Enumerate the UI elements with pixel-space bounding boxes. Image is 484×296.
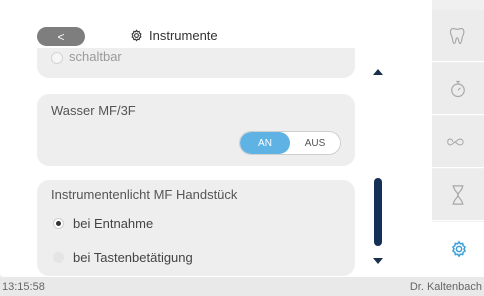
radio-option-partial[interactable]: schaltbar [51, 49, 122, 64]
radio-option-bei-tastenbetaetigung[interactable]: bei Tastenbetätigung [53, 250, 193, 265]
radio-button-checked[interactable] [53, 218, 64, 229]
radio-button[interactable] [53, 252, 64, 263]
hourglass-icon [450, 184, 466, 205]
scroll-up-arrow-icon[interactable] [373, 69, 383, 75]
scrollbar-thumb[interactable] [374, 178, 382, 246]
card-instrument-light: Instrumentenlicht MF Handstück bei Entna… [37, 180, 355, 276]
status-time: 13:15:58 [2, 281, 45, 293]
page-title: Instrumente [130, 28, 218, 43]
sidebar-item-infinity[interactable] [432, 116, 484, 168]
card-previous: schaltbar [37, 48, 355, 78]
radio-button[interactable] [51, 51, 63, 64]
water-toggle[interactable]: AN AUS [239, 131, 341, 155]
toggle-off-button[interactable]: AUS [290, 132, 340, 154]
tooth-icon [448, 26, 468, 46]
instrument-light-label: Instrumentenlicht MF Handstück [51, 187, 238, 202]
settings-list[interactable]: schaltbar Wasser MF/3F AN AUS Instrument… [37, 48, 355, 276]
gear-icon [450, 240, 468, 258]
sidebar [432, 0, 484, 277]
water-label: Wasser MF/3F [51, 103, 136, 118]
back-button[interactable]: < [37, 27, 85, 46]
status-user: Dr. Kaltenbach [409, 281, 482, 293]
radio-option-label: schaltbar [69, 49, 122, 64]
toggle-on-button[interactable]: AN [240, 132, 290, 154]
scroll-down-arrow-icon[interactable] [373, 258, 383, 264]
sidebar-item-timer[interactable] [432, 63, 484, 115]
card-water: Wasser MF/3F AN AUS [37, 94, 355, 166]
sidebar-item-hourglass[interactable] [432, 169, 484, 221]
sidebar-item-tooth[interactable] [432, 10, 484, 62]
infinity-icon [447, 135, 469, 149]
radio-option-label: bei Tastenbetätigung [73, 250, 193, 265]
status-bar: 13:15:58 Dr. Kaltenbach [0, 277, 484, 296]
page-title-text: Instrumente [149, 28, 218, 43]
radio-option-bei-entnahme[interactable]: bei Entnahme [53, 216, 153, 231]
main-panel: < Instrumente schaltbar Wasser MF/3F AN … [0, 0, 432, 277]
gear-icon [130, 29, 143, 42]
timer-icon [448, 79, 468, 99]
back-label: < [57, 29, 65, 44]
sidebar-item-settings[interactable] [432, 222, 484, 277]
radio-option-label: bei Entnahme [73, 216, 154, 231]
